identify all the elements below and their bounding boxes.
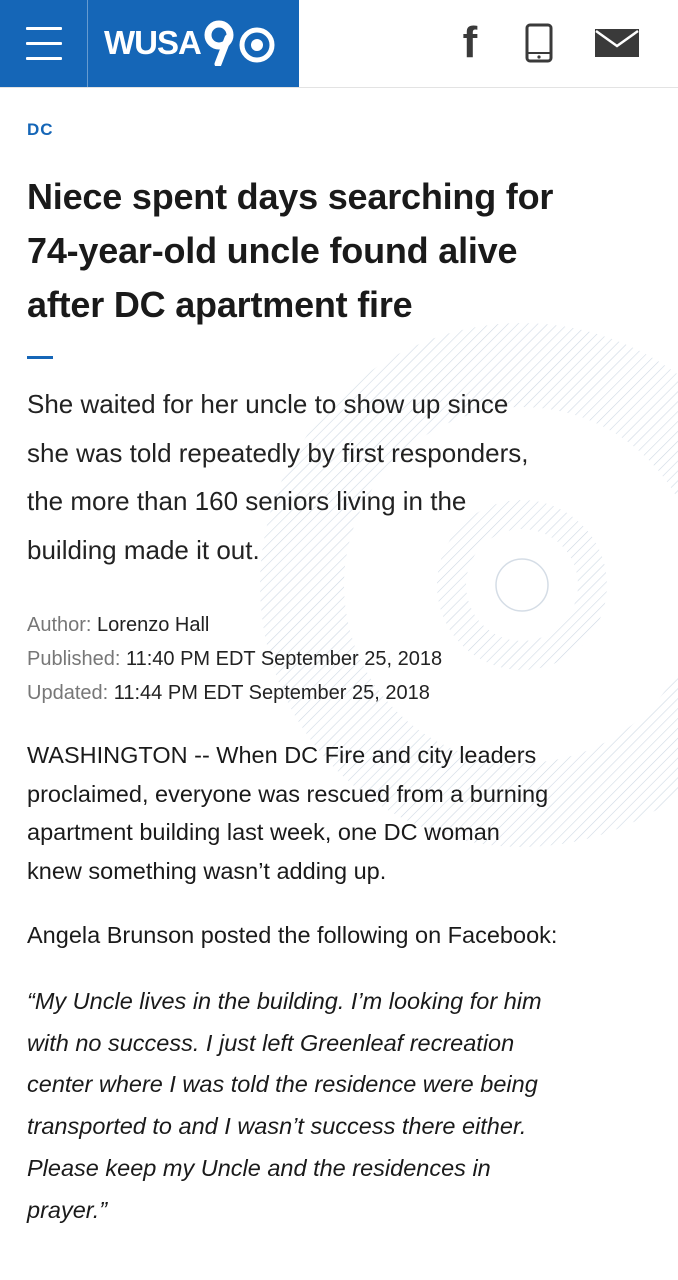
headline-line: 74-year-old uncle found alive (27, 230, 518, 271)
paragraph-line: WASHINGTON -- When DC Fire and city lead… (27, 742, 537, 768)
brand-block: WUSA (0, 0, 299, 87)
headline-line: Niece spent days searching for (27, 176, 554, 217)
byline-author: Author: Lorenzo Hall (27, 608, 657, 642)
menu-icon-bar (26, 57, 62, 60)
quote-line: Please keep my Uncle and the residences … (27, 1154, 491, 1181)
facebook-button[interactable]: f (455, 20, 485, 66)
published-date: 11:40 PM EDT September 25, 2018 (125, 648, 443, 670)
category-link[interactable]: DC (27, 120, 54, 140)
article-summary: She waited for her uncle to show up sinc… (27, 380, 657, 574)
quote-line: with no success. I just left Greenleaf r… (27, 1029, 515, 1056)
headline-line: after DC apartment fire (27, 284, 413, 325)
summary-line: the more than 160 seniors living in the (27, 486, 467, 516)
published-label: Published: (27, 648, 121, 670)
summary-line: she was told repeatedly by first respond… (27, 437, 529, 468)
paragraph-line: knew something wasn’t adding up. (27, 857, 387, 884)
mail-icon (595, 29, 639, 57)
menu-icon-bar (26, 27, 62, 30)
paragraph-line: apartment building last week, one DC wom… (27, 819, 500, 845)
updated-label: Updated: (27, 682, 109, 704)
summary-line: She waited for her uncle to show up sinc… (27, 389, 509, 419)
body-paragraph: Angela Brunson posted the following on F… (27, 922, 558, 948)
phone-icon (525, 23, 553, 63)
menu-button[interactable] (0, 0, 88, 87)
quote-line: “My Uncle lives in the building. I’m loo… (27, 988, 542, 1014)
updated-date: 11:44 PM EDT September 25, 2018 (113, 682, 430, 704)
body-paragraph: WASHINGTON -- When DC Fire and city lead… (27, 736, 659, 890)
logo-9-circle-icon (204, 20, 275, 66)
quote-line: transported to and I wasn’t success ther… (27, 1113, 527, 1140)
author-name: Lorenzo Hall (97, 614, 210, 636)
byline-updated: Updated: 11:44 PM EDT September 25, 2018 (27, 676, 657, 710)
article-headline: Niece spent days searching for 74-year-o… (27, 170, 657, 332)
phone-button[interactable] (522, 20, 556, 66)
headline-divider (27, 356, 53, 359)
byline-published: Published: 11:40 PM EDT September 25, 20… (27, 642, 657, 676)
quote-line: prayer.” (27, 1196, 108, 1223)
site-logo[interactable]: WUSA (104, 18, 280, 68)
summary-line: building made it out. (27, 534, 260, 565)
site-header: WUSA f (0, 0, 678, 88)
email-button[interactable] (594, 20, 640, 66)
facebook-quote: “My Uncle lives in the building. I’m loo… (27, 981, 659, 1231)
paragraph-line: proclaimed, everyone was rescued from a … (27, 780, 549, 807)
facebook-icon: f (462, 18, 478, 67)
quote-line: center where I was told the residence we… (27, 1071, 538, 1098)
author-label: Author: (27, 614, 92, 636)
logo-text: WUSA (104, 24, 202, 61)
menu-icon-bar (26, 42, 62, 45)
